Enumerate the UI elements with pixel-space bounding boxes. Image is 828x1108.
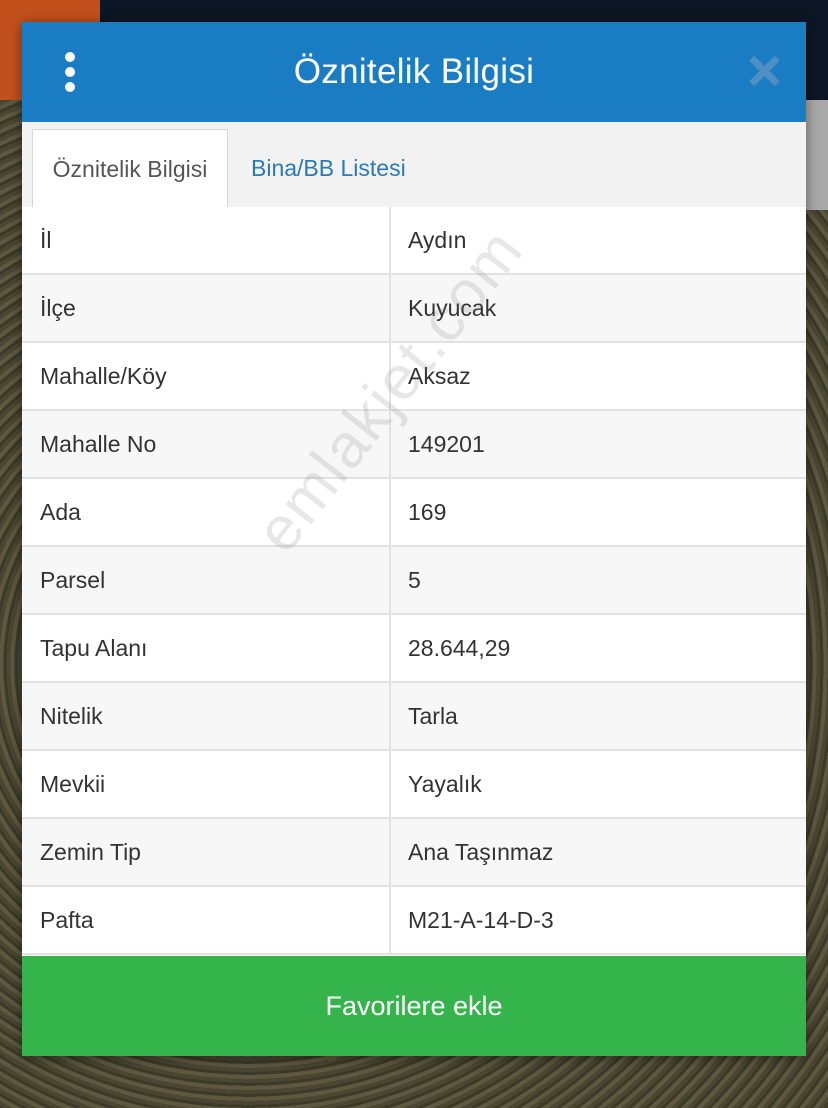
tab-bar: Öznitelik Bilgisi Bina/BB Listesi [22,122,806,209]
more-vertical-icon[interactable] [52,52,88,92]
tab-building-list[interactable]: Bina/BB Listesi [251,129,406,207]
menu-dot [65,67,75,77]
menu-dot [65,82,75,92]
close-icon[interactable] [748,55,780,87]
attribute-key: Ada [22,479,391,545]
table-row: Ada 169 [22,479,806,547]
tab-attribute-info[interactable]: Öznitelik Bilgisi [32,129,228,209]
attribute-value: 169 [408,498,447,525]
attribute-value: Ana Taşınmaz [408,838,554,865]
table-row: Mahalle/Köy Aksaz [22,343,806,411]
attribute-value: Tarla [408,702,458,729]
table-row: Zemin Tip Ana Taşınmaz [22,819,806,887]
attribute-value: Yayalık [408,770,482,797]
table-row: Mevkii Yayalık [22,751,806,819]
attribute-table: İl Aydın İlçe Kuyucak Mahalle/Köy Aksaz … [22,207,806,955]
attribute-key: Mevkii [22,751,391,817]
table-row: Parsel 5 [22,547,806,615]
attribute-value: Aksaz [408,362,471,389]
table-row: İl Aydın [22,207,806,275]
table-row: Pafta M21-A-14-D-3 [22,887,806,955]
table-row: İlçe Kuyucak [22,275,806,343]
table-row: Nitelik Tarla [22,683,806,751]
attribute-value: Kuyucak [408,294,497,321]
attribute-key: Mahalle No [22,411,391,477]
table-row: Mahalle No 149201 [22,411,806,479]
attribute-key: İl [22,207,391,273]
dialog-header: Öznitelik Bilgisi [22,22,806,122]
menu-dot [65,52,75,62]
attribute-key: Mahalle/Köy [22,343,391,409]
background-side-strip [806,100,828,210]
attribute-value: 28.644,29 [408,634,511,661]
attribute-key: Nitelik [22,683,391,749]
attribute-value: M21-A-14-D-3 [408,906,554,933]
table-row: Tapu Alanı 28.644,29 [22,615,806,683]
attribute-key: Zemin Tip [22,819,391,885]
attribute-key: Tapu Alanı [22,615,391,681]
attribute-value: 149201 [408,430,485,457]
dialog-title: Öznitelik Bilgisi [293,52,535,91]
attribute-key: Parsel [22,547,391,613]
attribute-value: Aydın [408,226,467,253]
attribute-value: 5 [408,566,421,593]
add-to-favorites-button[interactable]: Favorilere ekle [22,956,806,1056]
attribute-key: Pafta [22,887,391,953]
attribute-info-dialog: Öznitelik Bilgisi Öznitelik Bilgisi Bina… [22,22,806,1056]
attribute-key: İlçe [22,275,391,341]
